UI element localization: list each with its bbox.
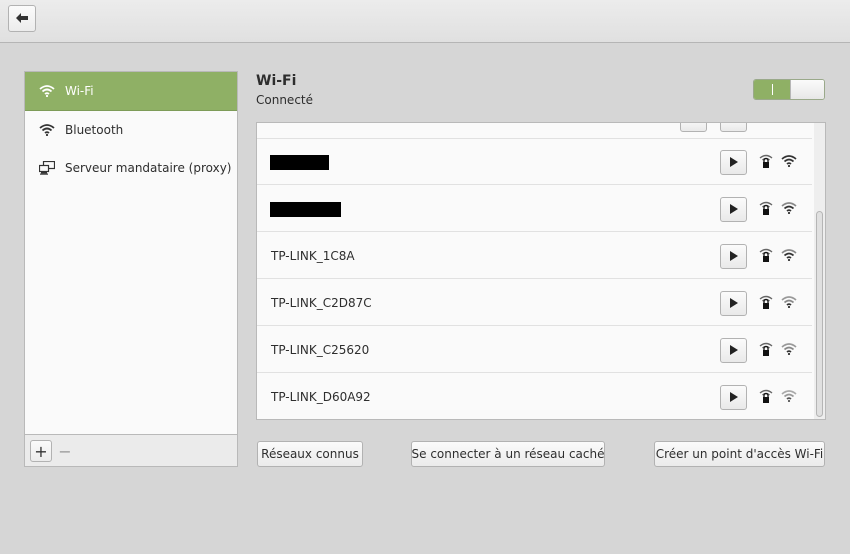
connect-button[interactable] xyxy=(720,150,747,175)
connect-button[interactable] xyxy=(720,291,747,316)
wifi-signal-icon xyxy=(781,155,797,170)
network-list: TP-LINK_1C8A TP-LINK_C2D87C TP-LINK_C256… xyxy=(256,122,826,420)
scrollbar-thumb[interactable] xyxy=(816,211,823,417)
wifi-signal-icon xyxy=(781,390,797,405)
toggle-knob xyxy=(790,80,824,99)
list-item[interactable] xyxy=(257,186,812,232)
lock-icon xyxy=(759,388,773,407)
connect-button[interactable] xyxy=(720,123,747,132)
lock-icon xyxy=(759,153,773,172)
play-icon xyxy=(729,391,738,405)
play-icon xyxy=(729,297,738,311)
toggle-on-indicator xyxy=(754,80,790,99)
redacted-network-name xyxy=(270,202,341,217)
wifi-toggle-switch[interactable] xyxy=(753,79,825,100)
wifi-icon xyxy=(37,83,57,99)
wifi-signal-icon xyxy=(781,202,797,217)
create-hotspot-button[interactable]: Créer un point d'accès Wi-Fi xyxy=(654,441,825,467)
sidebar: Wi-Fi Bluetooth Serveur mandataire (prox… xyxy=(24,71,238,435)
list-item xyxy=(257,123,812,139)
play-icon xyxy=(729,344,738,358)
sidebar-toolbar: + − xyxy=(24,435,238,467)
list-item[interactable]: TP-LINK_C2D87C xyxy=(257,280,812,326)
lock-icon xyxy=(759,200,773,219)
remove-connection-button[interactable]: − xyxy=(54,440,76,462)
hidden-network-button[interactable]: Se connecter à un réseau caché xyxy=(411,441,605,467)
play-icon xyxy=(729,250,738,264)
connect-button[interactable] xyxy=(720,197,747,222)
network-proxy-icon xyxy=(37,160,57,176)
list-item[interactable]: TP-LINK_1C8A xyxy=(257,233,812,279)
sidebar-item-label: Bluetooth xyxy=(65,123,124,137)
connect-button[interactable] xyxy=(720,244,747,269)
redacted-network-name xyxy=(270,155,329,170)
list-item[interactable]: TP-LINK_C25620 xyxy=(257,327,812,373)
wifi-signal-icon xyxy=(781,343,797,358)
scrollbar[interactable] xyxy=(814,123,825,419)
wifi-signal-icon xyxy=(781,296,797,311)
network-name: TP-LINK_D60A92 xyxy=(271,390,371,404)
network-name: TP-LINK_C2D87C xyxy=(271,296,372,310)
wifi-icon xyxy=(37,122,57,138)
list-item[interactable] xyxy=(257,139,812,185)
settings-button[interactable] xyxy=(680,123,707,132)
connect-button[interactable] xyxy=(720,385,747,410)
sidebar-item-label: Wi-Fi xyxy=(65,84,94,98)
play-icon xyxy=(729,203,738,217)
page-title: Wi-Fi xyxy=(256,73,297,89)
wifi-signal-icon xyxy=(781,249,797,264)
network-name: TP-LINK_1C8A xyxy=(271,249,355,263)
add-connection-button[interactable]: + xyxy=(30,440,52,462)
lock-icon xyxy=(759,341,773,360)
sidebar-item-proxy[interactable]: Serveur mandataire (proxy) xyxy=(25,149,237,187)
lock-icon xyxy=(759,247,773,266)
connect-button[interactable] xyxy=(720,338,747,363)
sidebar-item-label: Serveur mandataire (proxy) xyxy=(65,161,232,175)
known-networks-button[interactable]: Réseaux connus xyxy=(257,441,363,467)
lock-icon xyxy=(759,294,773,313)
connection-status: Connecté xyxy=(256,93,313,107)
list-item[interactable]: TP-LINK_D60A92 xyxy=(257,374,812,419)
arrow-left-icon xyxy=(16,12,28,26)
sidebar-item-bluetooth[interactable]: Bluetooth xyxy=(25,111,237,149)
header-bar xyxy=(0,0,850,43)
play-icon xyxy=(729,156,738,170)
network-name: TP-LINK_C25620 xyxy=(271,343,370,357)
back-button[interactable] xyxy=(8,5,36,32)
sidebar-item-wifi[interactable]: Wi-Fi xyxy=(25,72,237,111)
